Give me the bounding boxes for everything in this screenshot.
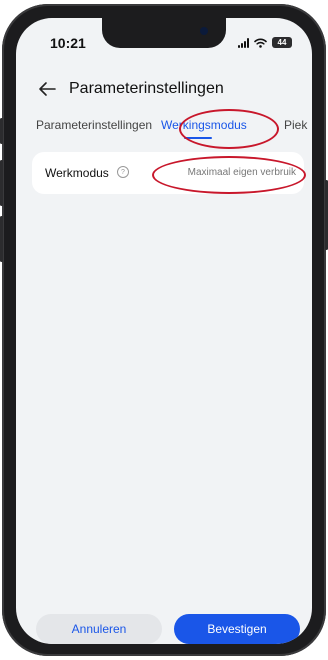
tab-piek[interactable]: Piek	[284, 118, 307, 132]
confirm-button[interactable]: Bevestigen	[174, 614, 300, 644]
volume-down-button	[0, 216, 3, 262]
tab-bar: Parameterinstellingen Werkingsmodus Piek	[16, 118, 312, 144]
signal-icon	[238, 37, 249, 48]
werkmodus-setting-row[interactable]: Werkmodus ? Maximaal eigen verbruik	[32, 152, 304, 194]
setting-value[interactable]: Maximaal eigen verbruik	[188, 167, 296, 178]
volume-up-button	[0, 160, 3, 206]
question-circle-icon[interactable]: ?	[117, 166, 129, 178]
status-time: 10:21	[50, 35, 86, 51]
active-tab-indicator	[184, 137, 212, 139]
arrow-left-icon[interactable]	[36, 78, 58, 100]
battery-icon: 44	[272, 37, 292, 48]
notch	[102, 18, 226, 48]
wifi-icon	[254, 38, 267, 48]
status-icons: 44	[238, 37, 292, 48]
page-title: Parameterinstellingen	[69, 80, 224, 97]
cancel-button[interactable]: Annuleren	[36, 614, 162, 644]
camera-icon	[200, 27, 208, 35]
tab-werkingsmodus[interactable]: Werkingsmodus	[161, 118, 247, 132]
header: Parameterinstellingen	[16, 74, 312, 108]
mute-switch	[0, 118, 3, 144]
setting-label: Werkmodus	[45, 166, 109, 180]
phone-screen: 10:21 44 Parameterinstellingen Parameter…	[16, 18, 312, 644]
tab-parameterinstellingen[interactable]: Parameterinstellingen	[36, 118, 152, 132]
